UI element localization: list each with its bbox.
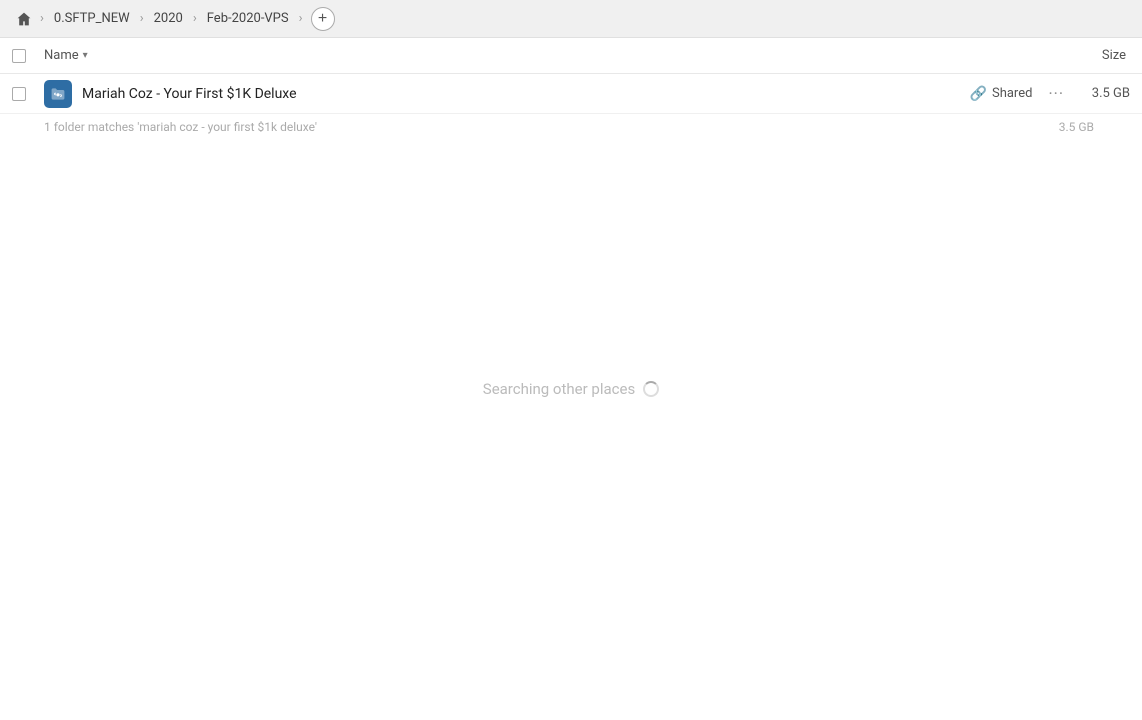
size-column-header: Size [1102, 48, 1130, 63]
folder-link-icon [44, 80, 72, 108]
table-row[interactable]: Mariah Coz - Your First $1K Deluxe 🔗 Sha… [0, 74, 1142, 114]
row-checkbox[interactable] [12, 87, 26, 101]
separator-2: › [140, 11, 144, 26]
home-icon [16, 11, 32, 27]
file-name: Mariah Coz - Your First $1K Deluxe [82, 86, 970, 102]
breadcrumb-feb-2020-vps[interactable]: Feb-2020-VPS [201, 9, 295, 28]
file-size: 3.5 GB [1080, 86, 1130, 101]
name-column-header[interactable]: Name ▾ [44, 48, 1102, 63]
shared-badge: 🔗 Shared [970, 86, 1033, 102]
add-button[interactable]: + [311, 7, 335, 31]
home-button[interactable] [12, 7, 36, 31]
share-icon: 🔗 [970, 86, 987, 102]
searching-area: Searching other places [0, 380, 1142, 398]
file-list: Mariah Coz - Your First $1K Deluxe 🔗 Sha… [0, 74, 1142, 720]
column-headers: Name ▾ Size [0, 38, 1142, 74]
name-label: Name [44, 48, 79, 63]
more-options-button[interactable]: ··· [1048, 84, 1064, 103]
folder-link-svg [50, 86, 66, 102]
app-container: › 0.SFTP_NEW › 2020 › Feb-2020-VPS › + N… [0, 0, 1142, 720]
topbar: › 0.SFTP_NEW › 2020 › Feb-2020-VPS › + [0, 0, 1142, 38]
summary-row: 1 folder matches 'mariah coz - your firs… [0, 114, 1142, 140]
breadcrumb-2020[interactable]: 2020 [148, 9, 189, 28]
select-all-checkbox-col [12, 49, 36, 63]
separator-4: › [299, 11, 303, 26]
select-all-checkbox[interactable] [12, 49, 26, 63]
summary-text: 1 folder matches 'mariah coz - your firs… [44, 120, 317, 134]
breadcrumb-sftp-new[interactable]: 0.SFTP_NEW [48, 9, 136, 28]
separator-3: › [193, 11, 197, 26]
row-checkbox-col [12, 87, 36, 101]
chevron-down-icon: ▾ [83, 50, 88, 61]
searching-text: Searching other places [483, 380, 635, 398]
summary-size: 3.5 GB [1059, 120, 1098, 134]
loading-spinner [643, 381, 659, 397]
separator-1: › [40, 11, 44, 26]
shared-label: Shared [992, 86, 1032, 101]
